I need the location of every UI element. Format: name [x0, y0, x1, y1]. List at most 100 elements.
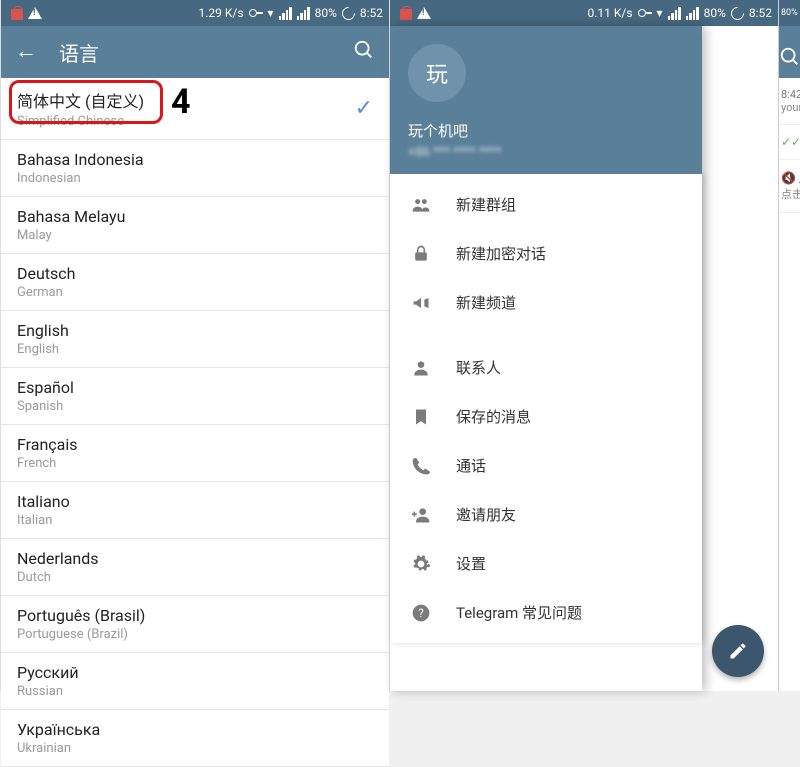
- language-sub: Russian: [17, 684, 79, 699]
- signal-icon-2: [297, 7, 310, 20]
- clock: 8:52: [749, 6, 772, 20]
- clock: 8:52: [360, 6, 383, 20]
- language-sub: Dutch: [17, 570, 99, 585]
- bag-icon: [11, 6, 23, 20]
- drawer-item-person[interactable]: 联系人: [390, 343, 702, 392]
- language-name: Bahasa Indonesia: [17, 150, 144, 169]
- status-bar: 0.11 K/s ▾ 80% 8:52: [390, 0, 778, 26]
- language-name: Bahasa Melayu: [17, 207, 125, 226]
- phone-icon: [410, 456, 432, 476]
- help-icon: ?: [410, 603, 432, 623]
- status-bar: 1.29 K/s ▾ 80% 8:52: [1, 0, 389, 26]
- warning-icon: [28, 7, 42, 19]
- language-sub: Spanish: [17, 399, 74, 414]
- screen-drawer: 0.11 K/s ▾ 80% 8:52 玩 玩个机吧 +86 *** **** …: [389, 0, 778, 691]
- drawer-item-invite[interactable]: 邀请朋友: [390, 490, 702, 539]
- search-icon[interactable]: [353, 39, 375, 65]
- language-item[interactable]: Deutsch German: [1, 254, 389, 311]
- language-item[interactable]: 简体中文 (自定义) Simplified Chinese ✓: [1, 78, 389, 140]
- warning-icon: [417, 7, 431, 19]
- language-list[interactable]: 简体中文 (自定义) Simplified Chinese ✓ Bahasa I…: [1, 78, 389, 767]
- language-item[interactable]: Русский Russian: [1, 653, 389, 710]
- profile-phone: +86 *** **** ****: [408, 145, 684, 160]
- person-icon: [410, 358, 432, 378]
- megaphone-icon: [410, 293, 432, 313]
- language-item[interactable]: Español Spanish: [1, 368, 389, 425]
- drawer-item-phone[interactable]: 通话: [390, 441, 702, 490]
- language-item[interactable]: Italiano Italian: [1, 482, 389, 539]
- battery-percent: 80%: [704, 6, 726, 20]
- screen-language: 1.29 K/s ▾ 80% 8:52 ← 语言 简体中文 (自定义) Simp…: [0, 0, 389, 691]
- chat-time: 8:42 PM: [781, 88, 800, 101]
- gear-icon: [410, 554, 432, 574]
- language-name: Русский: [17, 663, 79, 682]
- chat-row-peek[interactable]: ✓✓ 8:27 PM: [779, 125, 800, 160]
- language-item[interactable]: English English: [1, 311, 389, 368]
- drawer-item-label: 设置: [456, 553, 486, 574]
- drawer-item-label: 新建加密对话: [456, 243, 546, 264]
- vpn-key-icon: [638, 9, 652, 17]
- language-name: Français: [17, 435, 78, 454]
- language-name: Українська: [17, 720, 100, 739]
- invite-icon: [410, 505, 432, 525]
- drawer-item-label: 保存的消息: [456, 406, 531, 427]
- svg-text:?: ?: [418, 606, 424, 620]
- wifi-icon: ▾: [657, 6, 663, 20]
- language-name: 简体中文 (自定义): [17, 88, 144, 112]
- wifi-icon: ▾: [268, 6, 274, 20]
- drawer-item-help[interactable]: ? Telegram 常见问题: [390, 588, 702, 637]
- chat-row-peek[interactable]: 🔇 周一点击上…: [779, 160, 800, 213]
- mute-icon: 🔇: [781, 171, 796, 185]
- data-saver-icon: [342, 7, 355, 20]
- screen-peek: 80% 8:42 PMyour a…✓✓ 8:27 PM🔇 周一点击上…: [778, 0, 800, 691]
- back-icon[interactable]: ←: [15, 41, 37, 63]
- drawer-item-group[interactable]: 新建群组: [390, 180, 702, 229]
- signal-icon: [668, 7, 681, 20]
- language-item[interactable]: Nederlands Dutch: [1, 539, 389, 596]
- language-sub: Italian: [17, 513, 70, 528]
- compose-fab[interactable]: [712, 625, 764, 677]
- language-name: English: [17, 321, 69, 340]
- language-item[interactable]: Français French: [1, 425, 389, 482]
- bookmark-icon: [410, 407, 432, 427]
- network-speed: 0.11 K/s: [588, 6, 633, 20]
- language-sub: Malay: [17, 228, 125, 243]
- signal-icon: [279, 7, 292, 20]
- drawer-item-bookmark[interactable]: 保存的消息: [390, 392, 702, 441]
- drawer-item-label: 邀请朋友: [456, 504, 516, 525]
- chat-preview: 点击上…: [781, 188, 800, 201]
- language-name: Español: [17, 378, 74, 397]
- profile-name: 玩个机吧: [408, 120, 684, 141]
- bag-icon: [400, 6, 412, 20]
- language-name: Italiano: [17, 492, 70, 511]
- chat-row-peek[interactable]: 8:42 PMyour a…: [779, 78, 800, 125]
- drawer-item-label: Telegram 常见问题: [456, 602, 582, 623]
- language-item[interactable]: Bahasa Melayu Malay: [1, 197, 389, 254]
- vpn-key-icon: [249, 9, 263, 17]
- drawer-item-gear[interactable]: 设置: [390, 539, 702, 588]
- language-sub: Simplified Chinese: [17, 114, 144, 129]
- avatar[interactable]: 玩: [408, 44, 466, 102]
- language-sub: English: [17, 342, 69, 357]
- language-item[interactable]: Українська Ukrainian: [1, 710, 389, 767]
- language-sub: Ukrainian: [17, 741, 100, 756]
- drawer-menu: 新建群组 新建加密对话 新建频道 联系人 保存的消息 通话 邀请朋友 设置? T…: [390, 174, 702, 643]
- data-saver-icon: [731, 7, 744, 20]
- language-sub: German: [17, 285, 75, 300]
- language-name: Nederlands: [17, 549, 99, 568]
- language-item[interactable]: Português (Brasil) Portuguese (Brazil): [1, 596, 389, 653]
- read-check-icon: ✓✓: [781, 135, 800, 149]
- lock-icon: [410, 244, 432, 264]
- language-name: Deutsch: [17, 264, 75, 283]
- toolbar: ← 语言: [1, 26, 389, 78]
- page-title: 语言: [59, 38, 99, 67]
- drawer-item-label: 新建频道: [456, 292, 516, 313]
- language-sub: French: [17, 456, 78, 471]
- drawer-item-megaphone[interactable]: 新建频道: [390, 278, 702, 327]
- search-icon[interactable]: [779, 46, 800, 72]
- drawer-item-lock[interactable]: 新建加密对话: [390, 229, 702, 278]
- drawer-header: 玩 玩个机吧 +86 *** **** ****: [390, 26, 702, 174]
- language-item[interactable]: Bahasa Indonesia Indonesian: [1, 140, 389, 197]
- group-icon: [410, 195, 432, 215]
- language-sub: Portuguese (Brazil): [17, 627, 145, 642]
